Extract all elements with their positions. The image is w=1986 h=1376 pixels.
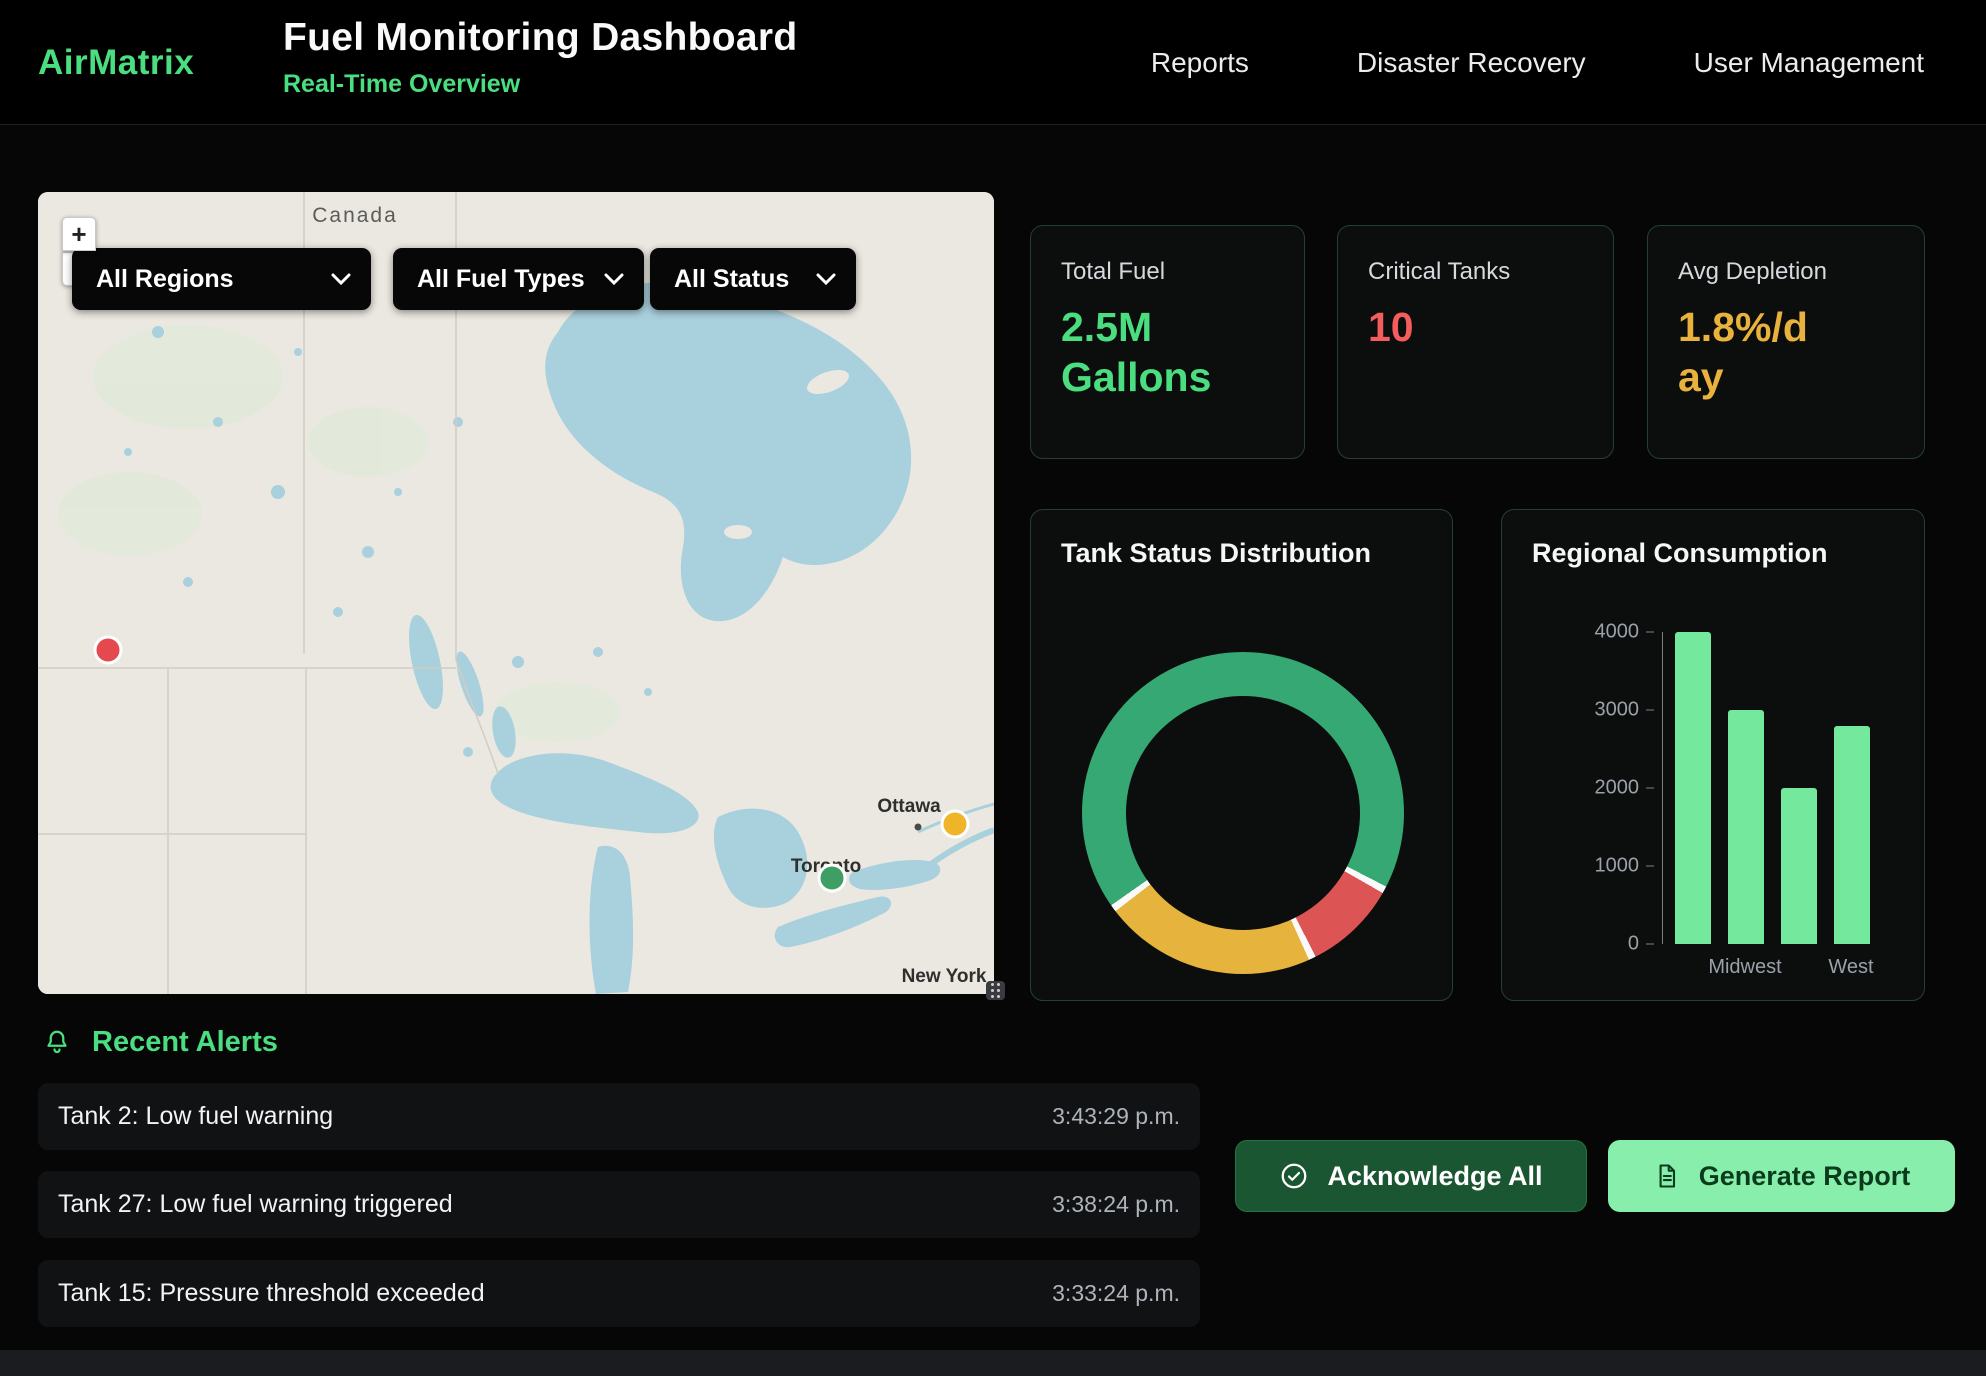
region-filter-select[interactable]: All Regions xyxy=(72,248,371,310)
map-marker-warning[interactable] xyxy=(942,811,968,837)
donut-hole xyxy=(1126,696,1360,930)
alert-message: Tank 15: Pressure threshold exceeded xyxy=(58,1279,485,1308)
total-fuel-value: 2.5M Gallons xyxy=(1061,302,1274,402)
fuel-type-filter-select[interactable]: All Fuel Types xyxy=(393,248,644,310)
regional-consumption-bars xyxy=(1662,632,1876,944)
fuel-type-filter-value: All Fuel Types xyxy=(417,265,585,294)
check-circle-icon xyxy=(1279,1161,1309,1191)
chevron-down-icon xyxy=(331,273,351,285)
app-header: AirMatrix Fuel Monitoring Dashboard Real… xyxy=(0,0,1986,125)
bar-Midwest xyxy=(1728,710,1764,944)
status-filter-value: All Status xyxy=(674,265,789,294)
tank-status-donut xyxy=(1082,652,1404,974)
generate-report-button[interactable]: Generate Report xyxy=(1608,1140,1955,1212)
nav-user-management[interactable]: User Management xyxy=(1694,47,1924,79)
alert-timestamp: 3:43:29 p.m. xyxy=(1052,1103,1180,1130)
regional-consumption-y-axis: 01000200030004000 xyxy=(1502,632,1654,944)
acknowledge-all-button[interactable]: Acknowledge All xyxy=(1235,1140,1587,1212)
recent-alerts-heading: Recent Alerts xyxy=(42,1026,278,1059)
regional-consumption-x-labels: Midwest West xyxy=(1674,956,1869,979)
acknowledge-all-label: Acknowledge All xyxy=(1327,1161,1542,1192)
nav-disaster-recovery[interactable]: Disaster Recovery xyxy=(1357,47,1586,79)
x-axis-label: West xyxy=(1833,956,1869,979)
bar-series-3 xyxy=(1781,788,1817,944)
map-label-canada: Canada xyxy=(312,204,398,227)
alert-timestamp: 3:33:24 p.m. xyxy=(1052,1280,1180,1307)
bar-series-1 xyxy=(1675,632,1711,944)
nav-reports[interactable]: Reports xyxy=(1151,47,1249,79)
stat-label: Avg Depletion xyxy=(1678,258,1894,286)
ottawa-city-dot xyxy=(915,824,922,831)
alert-row[interactable]: Tank 27: Low fuel warning triggered 3:38… xyxy=(38,1171,1200,1238)
alert-message: Tank 27: Low fuel warning triggered xyxy=(58,1190,453,1219)
y-axis-tick: 4000 xyxy=(1595,621,1655,644)
alert-row[interactable]: Tank 2: Low fuel warning 3:43:29 p.m. xyxy=(38,1083,1200,1150)
map-panel[interactable]: Canada Ottawa Toronto New York + All Reg… xyxy=(38,192,994,994)
document-icon xyxy=(1653,1162,1681,1190)
map-label-ottawa: Ottawa xyxy=(877,796,941,817)
fuel-monitoring-dashboard: AirMatrix Fuel Monitoring Dashboard Real… xyxy=(0,0,1986,1376)
brand-logo: AirMatrix xyxy=(38,0,194,125)
y-axis-tick: 0 xyxy=(1628,933,1654,956)
stat-label: Critical Tanks xyxy=(1368,258,1583,286)
regional-consumption-card: Regional Consumption 0 1000 2000 3000 4000 M… xyxy=(1501,509,1925,1001)
status-filter-select[interactable]: All Status xyxy=(650,248,856,310)
main-nav: Reports Disaster Recovery User Managemen… xyxy=(1151,0,1924,125)
map-label-new-york: New York xyxy=(902,966,987,987)
alert-row[interactable]: Tank 15: Pressure threshold exceeded 3:3… xyxy=(38,1260,1200,1327)
zoom-in-button[interactable]: + xyxy=(62,217,96,251)
x-axis-label: Midwest xyxy=(1727,956,1763,979)
bell-icon xyxy=(42,1028,72,1058)
tank-status-title: Tank Status Distribution xyxy=(1061,538,1371,569)
region-filter-value: All Regions xyxy=(96,265,234,294)
avg-depletion-value: 1.8%/day xyxy=(1678,302,1808,402)
map-marker-critical[interactable] xyxy=(95,637,121,663)
page-subtitle: Real-Time Overview xyxy=(283,70,797,99)
chevron-down-icon xyxy=(816,273,836,285)
footer-bar xyxy=(0,1350,1986,1376)
critical-tanks-value: 10 xyxy=(1368,302,1583,352)
stat-card-total-fuel: Total Fuel 2.5M Gallons xyxy=(1030,225,1305,459)
resize-handle-icon[interactable] xyxy=(986,981,1005,1000)
chevron-down-icon xyxy=(604,273,624,285)
x-axis-label xyxy=(1674,956,1710,979)
y-axis-tick: 1000 xyxy=(1595,855,1655,878)
y-axis-tick: 2000 xyxy=(1595,777,1655,800)
page-title: Fuel Monitoring Dashboard xyxy=(283,16,797,60)
x-axis-label xyxy=(1780,956,1816,979)
stat-card-avg-depletion: Avg Depletion 1.8%/day xyxy=(1647,225,1925,459)
generate-report-label: Generate Report xyxy=(1699,1161,1911,1192)
regional-consumption-title: Regional Consumption xyxy=(1532,538,1827,569)
stat-card-critical-tanks: Critical Tanks 10 xyxy=(1337,225,1614,459)
stat-label: Total Fuel xyxy=(1061,258,1274,286)
alert-timestamp: 3:38:24 p.m. xyxy=(1052,1191,1180,1218)
recent-alerts-title: Recent Alerts xyxy=(92,1026,278,1059)
bar-West xyxy=(1834,726,1870,944)
tank-status-card: Tank Status Distribution xyxy=(1030,509,1453,1001)
y-axis-tick: 3000 xyxy=(1595,699,1655,722)
tank-map[interactable]: Canada Ottawa Toronto New York xyxy=(38,192,994,994)
title-block: Fuel Monitoring Dashboard Real-Time Over… xyxy=(283,16,797,99)
map-marker-normal[interactable] xyxy=(819,865,845,891)
alert-message: Tank 2: Low fuel warning xyxy=(58,1102,333,1131)
